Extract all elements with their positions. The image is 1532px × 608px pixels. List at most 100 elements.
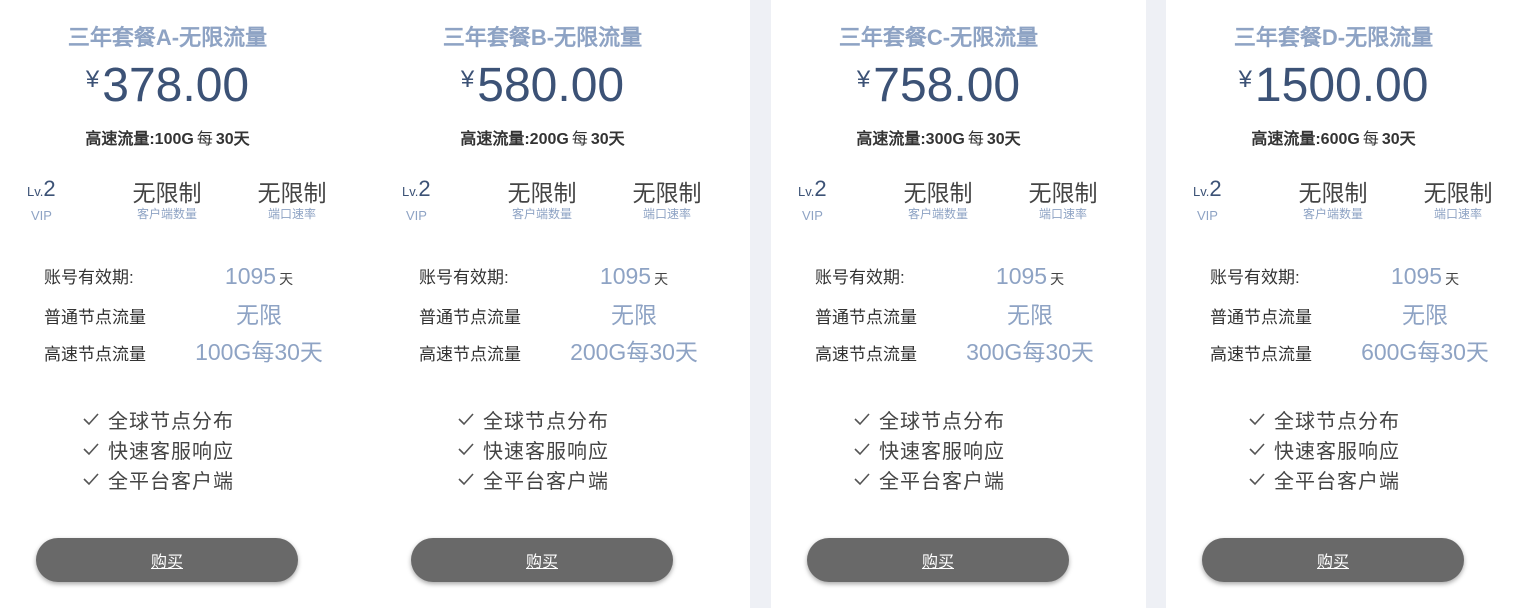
checklist-text: 全球节点分布 (483, 410, 609, 433)
detail-label: 高速节点流量 (44, 345, 146, 364)
plan-card-c: 三年套餐C-无限流量 ¥758.00 高速流量:300G 每 30天 Lv.2 VI… (771, 0, 1146, 608)
detail-label: 账号有效期: (815, 268, 905, 287)
checklist-item: 全平台客户端 (457, 464, 609, 494)
checkmark-icon (854, 443, 870, 456)
detail-label: 普通节点流量 (1210, 308, 1312, 327)
detail-row-normal-traffic: 普通节点流量 无限 (44, 302, 344, 332)
detail-value: 100G每30天 (195, 339, 323, 365)
plan-title: 三年套餐A-无限流量 (67, 25, 268, 50)
quota-amount: 高速流量:600G (1251, 131, 1360, 148)
buy-button[interactable]: 购买 (411, 538, 673, 582)
level-prefix: Lv. (1193, 184, 1210, 199)
price-amount: 1500.00 (1254, 59, 1429, 112)
checklist-text: 全平台客户端 (1274, 470, 1400, 493)
plan-quota: 高速流量:200G 每 30天 (375, 125, 710, 149)
feature-value: 无限制 (132, 180, 202, 206)
feature-checklist: 全球节点分布 快速客服响应 全平台客户端 (457, 404, 609, 494)
vip-level: Lv.2 (27, 176, 56, 202)
detail-label: 普通节点流量 (815, 308, 917, 327)
detail-value: 1095 天 (194, 263, 324, 290)
detail-row-validity: 账号有效期: 1095 天 (815, 262, 1115, 292)
feature-label: 客户端数量 (907, 207, 968, 221)
feature-label: 客户端数量 (1302, 207, 1363, 221)
checklist-text: 全球节点分布 (108, 410, 234, 433)
vip-level: Lv.2 (402, 176, 431, 202)
detail-row-normal-traffic: 普通节点流量 无限 (815, 302, 1115, 332)
checklist-item: 全球节点分布 (457, 404, 609, 434)
plan-quota: 高速流量:100G 每 30天 (0, 125, 335, 149)
detail-value: 无限 (611, 302, 657, 328)
buy-button[interactable]: 购买 (36, 538, 298, 582)
validity-days: 1095 (1390, 263, 1443, 289)
detail-row-validity: 账号有效期: 1095 天 (1210, 262, 1510, 292)
price-amount: 378.00 (102, 59, 250, 112)
plan-price: ¥1500.00 (1166, 58, 1501, 113)
feature-checklist: 全球节点分布 快速客服响应 全平台客户端 (82, 404, 234, 494)
detail-value: 200G每30天 (570, 339, 698, 365)
detail-row-fast-traffic: 高速节点流量 600G每30天 (1210, 339, 1510, 369)
plan-title: 三年套餐C-无限流量 (838, 25, 1039, 50)
currency-symbol: ¥ (85, 66, 100, 93)
checkmark-icon (458, 443, 474, 456)
feature-value: 无限制 (507, 180, 577, 206)
feature-port-speed: 无限制 端口速率 (1403, 174, 1513, 222)
checklist-text: 全球节点分布 (879, 410, 1005, 433)
price-amount: 580.00 (477, 59, 625, 112)
plan-price: ¥378.00 (0, 58, 335, 113)
detail-value: 无限 (1402, 302, 1448, 328)
checklist-item: 全平台客户端 (853, 464, 1005, 494)
quota-period: 30天 (215, 131, 250, 148)
quota-amount: 高速流量:100G (85, 131, 194, 148)
plan-price: ¥758.00 (771, 58, 1106, 113)
level-number: 2 (814, 176, 827, 201)
quota-every: 每 (1362, 131, 1379, 148)
quota-every: 每 (967, 131, 984, 148)
plan-title: 三年套餐D-无限流量 (1233, 25, 1434, 50)
detail-row-normal-traffic: 普通节点流量 无限 (419, 302, 719, 332)
validity-days: 1095 (599, 263, 652, 289)
vip-tag: VIP (31, 208, 52, 223)
buy-button[interactable]: 购买 (1202, 538, 1464, 582)
feature-value: 无限制 (257, 180, 327, 206)
level-number: 2 (1209, 176, 1222, 201)
detail-value: 300G每30天 (966, 339, 1094, 365)
feature-label: 客户端数量 (511, 207, 572, 221)
detail-value: 1095 天 (965, 263, 1095, 290)
quota-period: 30天 (986, 131, 1021, 148)
feature-checklist: 全球节点分布 快速客服响应 全平台客户端 (853, 404, 1005, 494)
feature-client-count: 无限制 客户端数量 (112, 174, 222, 222)
detail-value: 1095 天 (1360, 263, 1490, 290)
detail-label: 高速节点流量 (419, 345, 521, 364)
vip-tag: VIP (802, 208, 823, 223)
detail-value: 无限 (236, 302, 282, 328)
detail-row-fast-traffic: 高速节点流量 200G每30天 (419, 339, 719, 369)
plan-card-b: 三年套餐B-无限流量 ¥580.00 高速流量:200G 每 30天 Lv.2 VI… (375, 0, 750, 608)
detail-label: 高速节点流量 (815, 345, 917, 364)
feature-value: 无限制 (632, 180, 702, 206)
checklist-item: 全平台客户端 (1248, 464, 1400, 494)
plan-quota: 高速流量:600G 每 30天 (1166, 125, 1501, 149)
detail-value: 1095 天 (569, 263, 699, 290)
feature-value: 无限制 (1028, 180, 1098, 206)
feature-value: 无限制 (1298, 180, 1368, 206)
buy-button[interactable]: 购买 (807, 538, 1069, 582)
detail-row-normal-traffic: 普通节点流量 无限 (1210, 302, 1510, 332)
detail-row-validity: 账号有效期: 1095 天 (419, 262, 719, 292)
checkmark-icon (854, 473, 870, 486)
feature-port-speed: 无限制 端口速率 (1008, 174, 1118, 222)
detail-row-fast-traffic: 高速节点流量 300G每30天 (815, 339, 1115, 369)
feature-port-speed: 无限制 端口速率 (237, 174, 347, 222)
checklist-item: 快速客服响应 (457, 434, 609, 464)
checklist-text: 全平台客户端 (483, 470, 609, 493)
plan-title: 三年套餐B-无限流量 (442, 25, 643, 50)
checkmark-icon (458, 413, 474, 426)
detail-label: 账号有效期: (44, 268, 134, 287)
validity-days: 1095 (224, 263, 277, 289)
validity-unit: 天 (654, 271, 669, 287)
checklist-text: 全平台客户端 (879, 470, 1005, 493)
checkmark-icon (83, 413, 99, 426)
detail-label: 普通节点流量 (419, 308, 521, 327)
checkmark-icon (1249, 443, 1265, 456)
feature-label: 端口速率 (267, 207, 316, 221)
quota-every: 每 (196, 131, 213, 148)
